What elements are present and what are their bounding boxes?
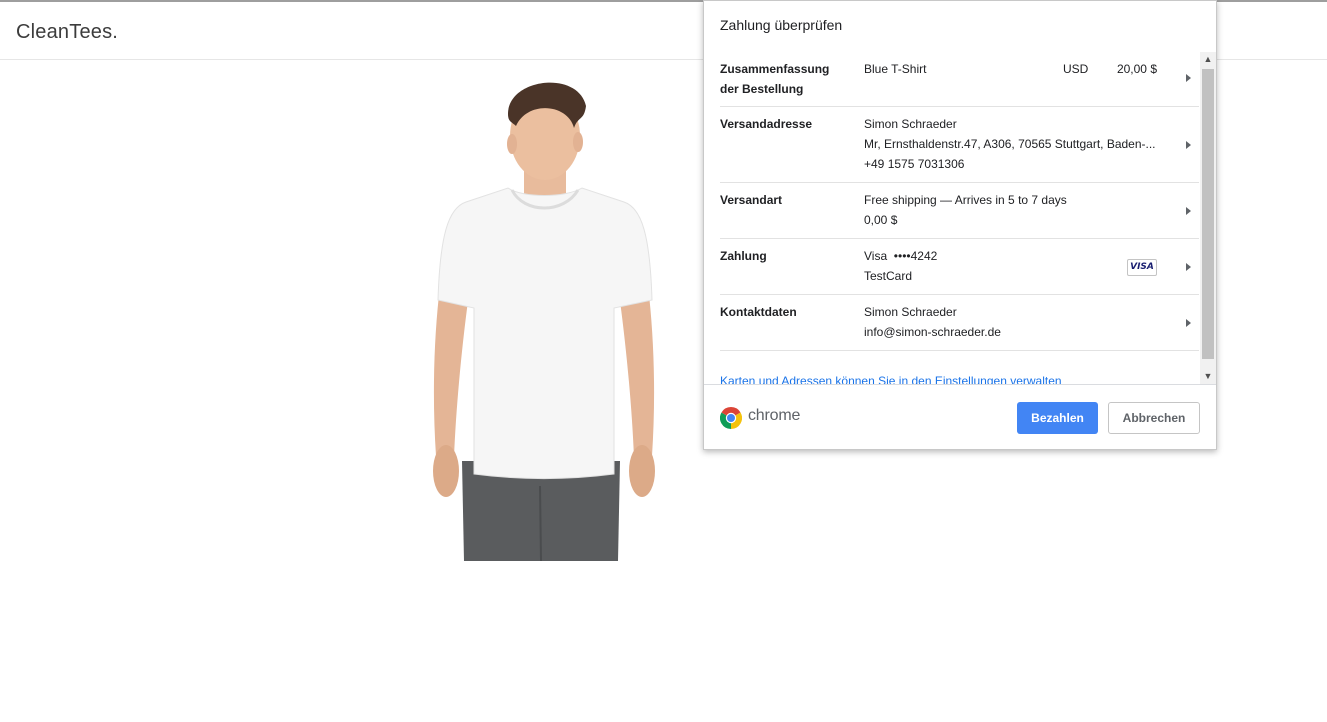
shipping-address-label: Versandadresse <box>720 117 813 131</box>
chevron-right-icon <box>1186 141 1191 149</box>
scrollbar-thumb[interactable] <box>1202 69 1214 359</box>
payment-method-label: Zahlung <box>720 249 767 263</box>
shipping-option-text: Free shipping — Arrives in 5 to 7 days <box>864 193 1067 207</box>
site-brand-logo[interactable]: CleanTees. <box>16 21 118 44</box>
chevron-right-icon <box>1186 263 1191 271</box>
shipping-address-row[interactable]: Versandadresse Simon Schraeder Mr, Ernst… <box>720 107 1199 183</box>
shipping-phone: +49 1575 7031306 <box>864 157 965 171</box>
contact-info-row[interactable]: Kontaktdaten Simon Schraeder info@simon-… <box>720 295 1199 351</box>
order-currency: USD <box>1063 62 1089 76</box>
payment-review-dialog: Zahlung überprüfen Zusammenfassung der B… <box>703 0 1217 450</box>
cancel-button[interactable]: Abbrechen <box>1108 402 1200 434</box>
contact-name: Simon Schraeder <box>864 305 957 319</box>
pay-button[interactable]: Bezahlen <box>1017 402 1098 434</box>
chrome-wordmark: chrome <box>748 407 801 424</box>
chevron-right-icon <box>1186 74 1191 82</box>
shipping-name: Simon Schraeder <box>864 117 957 131</box>
payment-card-number: Visa ••••4242 <box>864 249 938 263</box>
order-summary-item: Blue T-Shirt <box>864 62 927 76</box>
dialog-footer: chrome Bezahlen Abbrechen <box>704 384 1216 450</box>
manage-cards-addresses-link[interactable]: Karten und Adressen können Sie in den Ei… <box>720 374 1062 384</box>
order-summary-label-line2: der Bestellung <box>720 82 804 96</box>
contact-info-label: Kontaktdaten <box>720 305 797 319</box>
payment-method-row[interactable]: Zahlung Visa ••••4242 TestCard VISA <box>720 239 1199 295</box>
contact-email: info@simon-schraeder.de <box>864 325 1001 339</box>
scroll-up-arrow-icon[interactable]: ▲ <box>1200 52 1216 67</box>
shipping-option-row[interactable]: Versandart Free shipping — Arrives in 5 … <box>720 183 1199 239</box>
chevron-right-icon <box>1186 319 1191 327</box>
shipping-address-value: Simon Schraeder Mr, Ernsthaldenstr.47, A… <box>864 114 1164 174</box>
contact-info-value: Simon Schraeder info@simon-schraeder.de <box>864 302 1164 342</box>
chrome-logo-icon <box>720 407 742 429</box>
dialog-scroll-area[interactable]: Zusammenfassung der Bestellung Blue T-Sh… <box>704 52 1216 384</box>
shipping-address-line: Mr, Ernsthaldenstr.47, A306, 70565 Stutt… <box>864 137 1156 151</box>
product-image <box>433 82 655 561</box>
order-amount: 20,00 $ <box>1116 62 1157 76</box>
order-summary-label-line1: Zusammenfassung <box>720 62 830 76</box>
shipping-option-label: Versandart <box>720 193 783 207</box>
scroll-down-arrow-icon[interactable]: ▼ <box>1200 369 1216 384</box>
order-summary-label: Zusammenfassung der Bestellung <box>720 59 850 99</box>
dialog-title: Zahlung überprüfen <box>720 17 843 33</box>
order-summary-row[interactable]: Zusammenfassung der Bestellung Blue T-Sh… <box>720 52 1199 107</box>
dialog-scrollbar[interactable]: ▲ ▼ <box>1200 52 1216 384</box>
shipping-option-value: Free shipping — Arrives in 5 to 7 days 0… <box>864 190 1164 230</box>
payment-cardholder: TestCard <box>864 269 913 283</box>
visa-card-icon: VISA <box>1127 259 1157 276</box>
shipping-option-price: 0,00 $ <box>864 213 898 227</box>
payment-method-value: Visa ••••4242 TestCard <box>864 246 1104 286</box>
page: CleanTees. Zahlung überprüfen Zusammenfa… <box>0 0 1327 722</box>
chevron-right-icon <box>1186 207 1191 215</box>
